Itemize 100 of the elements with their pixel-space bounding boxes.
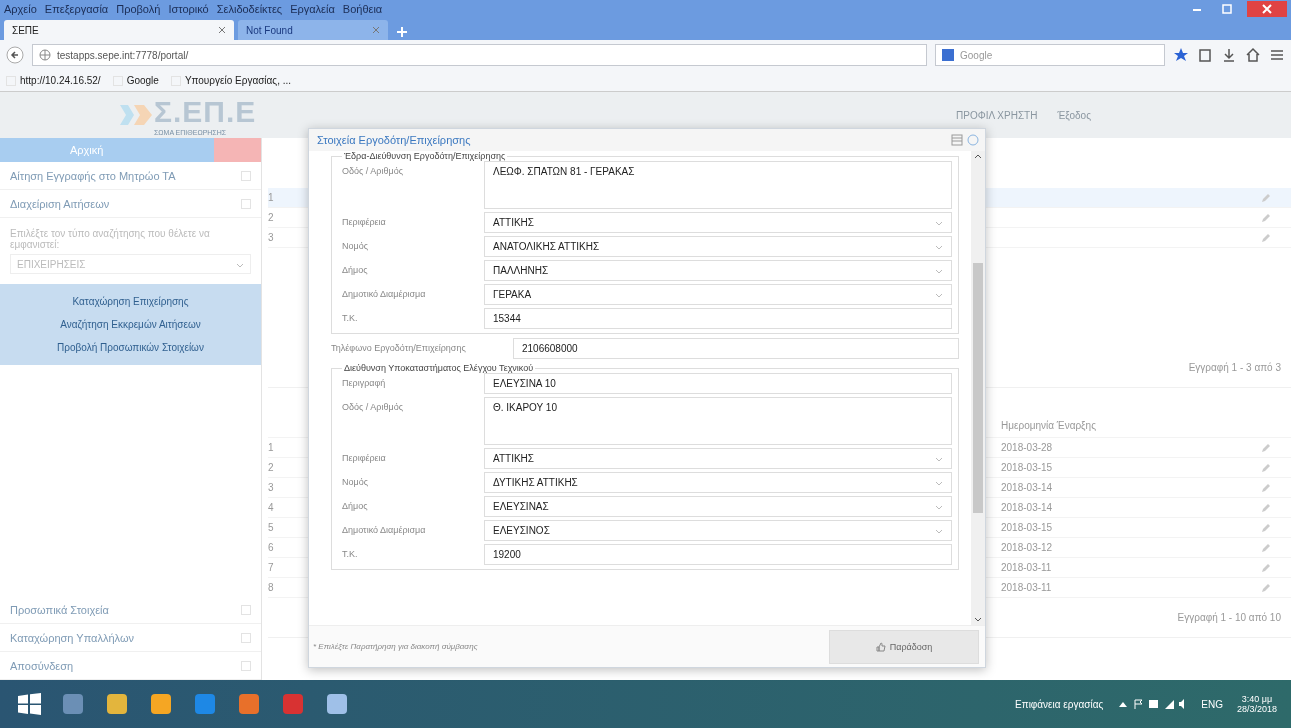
pencil-icon[interactable] — [1261, 212, 1271, 223]
menu-item[interactable]: Ιστορικό — [168, 3, 209, 15]
textarea-field[interactable]: ΛΕΩΦ. ΣΠΑΤΩΝ 81 - ΓΕΡΑΚΑΣ — [484, 161, 952, 209]
pencil-icon[interactable] — [1261, 232, 1271, 243]
field-label: Δημοτικό Διαμέρισμα — [342, 288, 427, 300]
menu-icon[interactable] — [1269, 47, 1285, 63]
row-number: 1 — [268, 192, 275, 203]
menu-item[interactable]: Σελιδοδείκτες — [216, 3, 283, 15]
row-number: 6 — [268, 542, 275, 553]
sidebar-action[interactable]: Προβολή Προσωπικών Στοιχείων — [0, 336, 261, 359]
select-field[interactable]: ΓΕΡΑΚΑ — [484, 284, 952, 305]
row-number: 8 — [268, 582, 275, 593]
date-cell-text: 2018-03-11 — [1001, 582, 1053, 593]
scrollbar[interactable] — [971, 151, 985, 625]
input-field[interactable]: 15344 — [484, 308, 952, 329]
desktop-toolbar-label[interactable]: Επιφάνεια εργασίας — [1015, 698, 1104, 710]
field-label: Δήμος — [342, 500, 369, 512]
pencil-icon[interactable] — [1261, 192, 1271, 203]
field-label: Τηλέφωνο Εργοδότη/Επιχείρησης — [331, 342, 467, 354]
sidebar-action[interactable]: Αναζήτηση Εκκρεμών Αιτήσεων — [0, 313, 261, 336]
row-number: 7 — [268, 562, 275, 573]
select-field[interactable]: ΔΥΤΙΚΗΣ ΑΤΤΙΚΗΣ — [484, 472, 952, 493]
row-number: 5 — [268, 522, 275, 533]
row-number: 2 — [268, 462, 275, 473]
row-number: 3 — [268, 232, 275, 243]
field-label: Οδός / Αριθμός — [342, 401, 404, 413]
dropdown-caret-icon — [935, 293, 943, 299]
dropdown-caret-icon — [935, 529, 943, 535]
browser-tab[interactable]: ΣΕΠΕ — [4, 20, 234, 40]
field-label: Δήμος — [342, 264, 369, 276]
language-indicator[interactable]: ENG — [1201, 698, 1223, 710]
fieldset-legend: Διεύθυνση Υποκαταστήματος Ελέγχου Τεχνικού — [342, 363, 536, 373]
download-icon[interactable] — [1221, 47, 1237, 63]
pencil-icon[interactable] — [1261, 462, 1271, 473]
row-number: 1 — [268, 442, 275, 453]
input-field[interactable]: 19200 — [484, 544, 952, 565]
browser-tab[interactable]: Not Found — [238, 20, 388, 40]
search-engine-icon — [942, 49, 954, 61]
bookmark-link[interactable]: Υπουργείο Εργασίας, ... — [170, 75, 292, 86]
globe-icon — [39, 49, 51, 61]
filter-label: Επιλέξτε τον τύπο αναζήτησης που θέλετε να εμφανιστεί: — [9, 227, 211, 252]
field-label: Περιφέρεια — [342, 452, 387, 464]
select-field[interactable]: ΠΑΛΛΗΝΗΣ — [484, 260, 952, 281]
home-icon[interactable] — [1245, 47, 1261, 63]
fieldset-legend: Έδρα-Διεύθυνση Εργοδότη/Επιχείρησης — [342, 151, 508, 161]
taskbar-clock[interactable]: 3:40 μμ 28/3/2018 — [1236, 694, 1277, 714]
pencil-icon[interactable] — [1261, 502, 1271, 513]
bookmark-star-icon[interactable] — [1173, 47, 1189, 63]
pencil-icon[interactable] — [1261, 582, 1271, 593]
input-field[interactable]: 2106608000 — [513, 338, 959, 359]
dialog-title: Στοιχεία Εργοδότη/Επιχείρησης — [317, 134, 471, 146]
pagination-info: Εγγραφή 1 - 10 από 10 — [1177, 612, 1281, 623]
close-icon[interactable] — [1247, 1, 1287, 17]
select-field[interactable]: ΕΛΕΥΣΙΝΟΣ — [484, 520, 952, 541]
field-label: Τ.Κ. — [342, 548, 359, 560]
textarea-field[interactable]: Θ. ΙΚΑΡΟΥ 10 — [484, 397, 952, 445]
dropdown-caret-icon — [236, 263, 244, 269]
select-field[interactable]: ΑΤΤΙΚΗΣ — [484, 448, 952, 469]
select-field[interactable]: ΑΤΤΙΚΗΣ — [484, 212, 952, 233]
sidebar-action[interactable]: Καταχώρηση Επιχείρησης — [0, 290, 261, 313]
bookmark-link[interactable]: Google — [112, 75, 159, 86]
menu-item[interactable]: Βοήθεια — [342, 3, 383, 15]
pencil-icon[interactable] — [1261, 442, 1271, 453]
window-icon[interactable] — [951, 134, 963, 146]
date-cell-text: 2018-03-15 — [1001, 462, 1054, 473]
close-tab-icon[interactable] — [372, 26, 380, 34]
row-number: 2 — [268, 212, 275, 223]
menu-item[interactable]: Προβολή — [116, 3, 161, 15]
pencil-icon[interactable] — [1261, 542, 1271, 553]
pencil-icon[interactable] — [1261, 562, 1271, 573]
field-label: Οδός / Αριθμός — [342, 165, 404, 177]
menu-item[interactable]: Επεξεργασία — [44, 3, 109, 15]
chevrons-logo-icon — [120, 105, 152, 125]
input-field[interactable]: ΕΛΕΥΣΙΝΑ 10 — [484, 373, 952, 394]
select-field[interactable]: ΑΝΑΤΟΛΙΚΗΣ ΑΤΤΙΚΗΣ — [484, 236, 952, 257]
scroll-up-icon[interactable] — [974, 153, 982, 159]
dropdown-caret-icon — [935, 221, 943, 227]
field-label: Νομός — [342, 476, 370, 488]
column-header: Ημερομηνία Έναρξης — [1001, 419, 1097, 433]
submit-button[interactable]: Παράδοση — [829, 629, 979, 664]
date-cell-text: 2018-03-11 — [1001, 562, 1053, 573]
dropdown-caret-icon — [935, 245, 943, 251]
scroll-down-icon[interactable] — [974, 617, 982, 623]
bookmark-link[interactable]: http://10.24.16.52/ — [6, 75, 101, 86]
date-cell-text: 2018-03-12 — [1001, 542, 1054, 553]
pencil-icon[interactable] — [1261, 522, 1271, 533]
dropdown-caret-icon — [935, 457, 943, 463]
pencil-icon[interactable] — [1261, 482, 1271, 493]
menu-item[interactable]: Εργαλεία — [290, 3, 335, 15]
menu-item[interactable]: Αρχείο — [4, 3, 37, 15]
field-label: Δημοτικό Διαμέρισμα — [342, 524, 427, 536]
dropdown-caret-icon — [935, 269, 943, 275]
date-cell-text: 2018-03-15 — [1001, 522, 1054, 533]
dialog-note: * Επιλέξτε Παρατήρηση για διακοπή σύμβασης — [313, 642, 478, 651]
field-label: Νομός — [342, 240, 370, 252]
url-field[interactable]: testapps.sepe.int:7778/portal/ — [32, 44, 927, 66]
close-tab-icon[interactable] — [218, 26, 226, 34]
date-cell-text: 2018-03-14 — [1001, 482, 1054, 493]
select-field[interactable]: ΕΛΕΥΣΙΝΑΣ — [484, 496, 952, 517]
pagination-info: Εγγραφή 1 - 3 από 3 — [1188, 362, 1281, 373]
